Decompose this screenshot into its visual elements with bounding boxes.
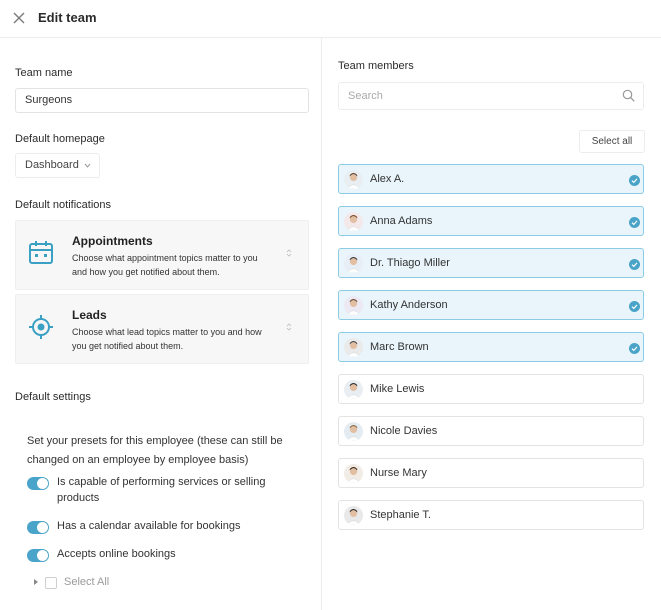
member-name: Stephanie T. [370,509,431,521]
member-name: Kathy Anderson [370,299,448,311]
member-row[interactable]: Alex A. [338,164,644,194]
settings-intro-text: Set your presets for this employee (thes… [27,435,283,466]
notification-title: Leads [72,308,107,322]
select-all-checkbox[interactable] [45,577,57,589]
select-all-members-button[interactable]: Select all [579,130,645,153]
homepage-dropdown[interactable]: Dashboard [15,153,100,178]
updown-caret-icon [286,323,292,331]
member-row[interactable]: Nicole Davies [338,416,644,446]
check-circle-icon [629,259,640,270]
avatar [344,464,363,483]
avatar [344,170,363,189]
notification-description: Choose what lead topics matter to you an… [72,327,262,351]
notifications-label: Default notifications [15,199,111,211]
avatar [344,338,363,357]
team-name-label: Team name [15,67,73,79]
avatar [344,212,363,231]
member-name: Dr. Thiago Miller [370,257,450,269]
toggle-label: Accepts online bookings [57,548,176,560]
homepage-label: Default homepage [15,133,105,145]
target-icon [29,315,53,339]
avatar [344,296,363,315]
member-name: Nicole Davies [370,425,438,437]
member-name: Nurse Mary [370,467,427,479]
check-circle-icon [629,217,640,228]
expand-caret-icon[interactable] [33,578,39,586]
check-circle-icon [629,343,640,354]
toggle-performs-services[interactable] [27,477,49,490]
member-row[interactable]: Anna Adams [338,206,644,236]
check-circle-icon [629,301,640,312]
calendar-icon [29,241,53,264]
member-row[interactable]: Dr. Thiago Miller [338,248,644,278]
toggle-online-bookings[interactable] [27,549,49,562]
default-settings-label: Default settings [15,391,91,403]
member-name: Marc Brown [370,341,429,353]
avatar [344,422,363,441]
chevron-down-icon [84,163,91,168]
member-name: Mike Lewis [370,383,425,395]
member-row[interactable]: Nurse Mary [338,458,644,488]
updown-caret-icon [286,249,292,257]
member-row[interactable]: Marc Brown [338,332,644,362]
check-circle-icon [629,175,640,186]
member-row[interactable]: Stephanie T. [338,500,644,530]
search-icon[interactable] [622,89,635,102]
member-search-input[interactable]: Search [338,82,644,110]
member-name: Alex A. [370,173,405,185]
select-all-label: Select All [64,576,110,588]
team-members-label: Team members [338,60,414,72]
member-row[interactable]: Kathy Anderson [338,290,644,320]
close-icon[interactable] [10,9,28,27]
avatar [344,506,363,525]
notification-description: Choose what appointment topics matter to… [72,253,258,277]
avatar [344,254,363,273]
avatar [344,380,363,399]
column-divider [321,38,322,610]
team-name-input[interactable]: Surgeons [15,88,309,113]
member-row[interactable]: Mike Lewis [338,374,644,404]
member-name: Anna Adams [370,215,433,227]
notification-title: Appointments [72,234,153,248]
homepage-value: Dashboard [25,159,79,171]
page-title: Edit team [38,10,97,25]
toggle-calendar-available[interactable] [27,521,49,534]
toggle-label: Is capable of performing services or sel… [57,476,266,504]
top-bar: Edit team [0,0,661,38]
notification-card-leads[interactable]: Leads Choose what lead topics matter to … [15,294,309,364]
toggle-label: Has a calendar available for bookings [57,520,241,532]
notification-card-appointments[interactable]: Appointments Choose what appointment top… [15,220,309,290]
